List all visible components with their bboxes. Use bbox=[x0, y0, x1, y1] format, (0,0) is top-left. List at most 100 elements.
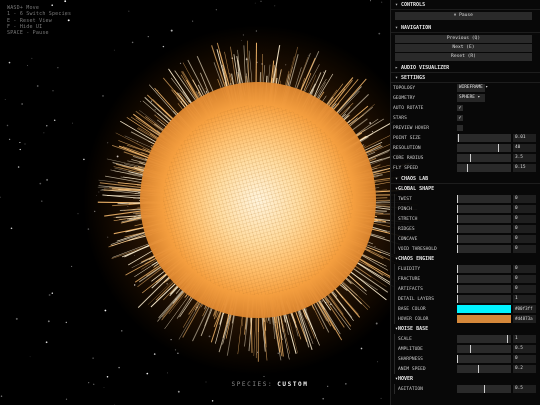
section-title: CHAOS LAB bbox=[401, 176, 429, 182]
resolution-value[interactable]: 40 bbox=[513, 144, 536, 152]
concave-slider[interactable] bbox=[457, 235, 511, 243]
sharpness-value[interactable]: 0 bbox=[513, 355, 536, 363]
star bbox=[260, 0, 262, 2]
agitation-value[interactable]: 0.5 bbox=[513, 385, 536, 393]
preview-hover-row: PREVIEW HOVER bbox=[391, 123, 540, 133]
star bbox=[0, 395, 3, 398]
base-color-hex[interactable]: #00f3ff bbox=[513, 305, 536, 313]
star bbox=[48, 294, 51, 296]
stretch-value[interactable]: 0 bbox=[513, 215, 536, 223]
auto-rotate-checkbox[interactable]: ✓ bbox=[457, 105, 463, 111]
amplitude-row: AMPLITUDE 0.5 bbox=[391, 344, 540, 354]
slider-knob[interactable] bbox=[478, 365, 480, 373]
point-size-slider[interactable] bbox=[457, 134, 511, 142]
core-radius-value[interactable]: 3.5 bbox=[513, 154, 536, 162]
section-audio-visualizer[interactable]: ▸ AUDIO VISUALIZER bbox=[391, 63, 540, 73]
fluidity-slider[interactable] bbox=[457, 265, 511, 273]
ridges-slider[interactable] bbox=[457, 225, 511, 233]
twist-value[interactable]: 0 bbox=[513, 195, 536, 203]
anim-speed-slider[interactable] bbox=[457, 365, 511, 373]
slider-knob[interactable] bbox=[457, 205, 458, 213]
star bbox=[162, 45, 165, 48]
anim-speed-value[interactable]: 0.2 bbox=[513, 365, 536, 373]
slider-knob[interactable] bbox=[457, 285, 458, 293]
base-color-swatch[interactable] bbox=[457, 305, 511, 313]
ridges-label: RIDGES bbox=[398, 227, 415, 232]
scale-label: SCALE bbox=[398, 337, 412, 342]
ridges-value[interactable]: 0 bbox=[513, 225, 536, 233]
stretch-label: STRETCH bbox=[398, 217, 418, 222]
ridges-row: RIDGES 0 bbox=[391, 224, 540, 234]
star bbox=[10, 227, 13, 230]
fly-speed-value[interactable]: 0.15 bbox=[513, 164, 536, 172]
topology-select[interactable]: WIREFRAME ▾ bbox=[457, 84, 488, 92]
pinch-value[interactable]: 0 bbox=[513, 205, 536, 213]
section-chaos-lab[interactable]: ▾ CHAOS LAB bbox=[391, 174, 540, 184]
slider-knob[interactable] bbox=[498, 144, 500, 152]
void-threshold-value[interactable]: 0 bbox=[513, 245, 536, 253]
stretch-slider[interactable] bbox=[457, 215, 511, 223]
section-controls[interactable]: ▾ CONTROLS bbox=[391, 0, 540, 10]
geometry-select[interactable]: SPHERE ▾ bbox=[457, 94, 485, 102]
void-threshold-slider[interactable] bbox=[457, 245, 511, 253]
slider-knob[interactable] bbox=[457, 195, 458, 203]
section-settings[interactable]: ▾ SETTINGS bbox=[391, 73, 540, 83]
star bbox=[147, 35, 149, 38]
artifacts-slider[interactable] bbox=[457, 285, 511, 293]
detail-layers-value[interactable]: 1 bbox=[513, 295, 536, 303]
scale-value[interactable]: 1 bbox=[513, 335, 536, 343]
slider-knob[interactable] bbox=[470, 154, 472, 162]
subsection-global-shape[interactable]: ▾GLOBAL SHAPE bbox=[391, 184, 540, 194]
slider-knob[interactable] bbox=[470, 345, 472, 353]
section-navigation[interactable]: ▾ NAVIGATION bbox=[391, 23, 540, 33]
detail-layers-slider[interactable] bbox=[457, 295, 511, 303]
reset-button[interactable]: Reset (R) bbox=[395, 53, 532, 61]
amplitude-label: AMPLITUDE bbox=[398, 347, 423, 352]
resolution-slider[interactable] bbox=[457, 144, 511, 152]
slider-knob[interactable] bbox=[457, 265, 458, 273]
section-title: CONTROLS bbox=[401, 2, 426, 8]
fly-speed-row: FLY SPEED 0.15 bbox=[391, 163, 540, 173]
subsection-chaos-engine[interactable]: ▾CHAOS ENGINE bbox=[391, 254, 540, 264]
twist-slider[interactable] bbox=[457, 195, 511, 203]
sharpness-slider[interactable] bbox=[457, 355, 511, 363]
pause-button[interactable]: ⏸ Pause bbox=[395, 12, 532, 20]
fly-speed-slider[interactable] bbox=[457, 164, 511, 172]
slider-knob[interactable] bbox=[457, 215, 458, 223]
agitation-slider[interactable] bbox=[457, 385, 511, 393]
slider-knob[interactable] bbox=[457, 355, 458, 363]
subsection-noise-base[interactable]: ▾NOISE BASE bbox=[391, 324, 540, 334]
slider-knob[interactable] bbox=[457, 275, 458, 283]
star bbox=[128, 10, 130, 12]
slider-knob[interactable] bbox=[466, 164, 468, 172]
point-size-value[interactable]: 0.01 bbox=[513, 134, 536, 142]
slider-knob[interactable] bbox=[457, 295, 458, 303]
slider-knob[interactable] bbox=[458, 134, 460, 142]
hint-line: 1 - 6 Switch Species bbox=[7, 11, 72, 18]
void-threshold-label: VOID THRESHOLD bbox=[398, 247, 437, 252]
fracture-slider[interactable] bbox=[457, 275, 511, 283]
fracture-value[interactable]: 0 bbox=[513, 275, 536, 283]
slider-knob[interactable] bbox=[457, 225, 458, 233]
concave-value[interactable]: 0 bbox=[513, 235, 536, 243]
slider-knob[interactable] bbox=[483, 385, 485, 393]
slider-knob[interactable] bbox=[457, 235, 458, 243]
core-radius-slider[interactable] bbox=[457, 154, 511, 162]
star bbox=[92, 357, 94, 359]
fluidity-value[interactable]: 0 bbox=[513, 265, 536, 273]
amplitude-value[interactable]: 0.5 bbox=[513, 345, 536, 353]
subsection-hover[interactable]: ▾HOVER bbox=[391, 374, 540, 384]
hover-color-swatch[interactable] bbox=[457, 315, 511, 323]
slider-knob[interactable] bbox=[507, 335, 509, 343]
agitation-row: AGITATION 0.5 bbox=[391, 384, 540, 394]
previous-button[interactable]: Previous (Q) bbox=[395, 35, 532, 43]
slider-knob[interactable] bbox=[457, 245, 458, 253]
stars-checkbox[interactable]: ✓ bbox=[457, 115, 463, 121]
hover-color-hex[interactable]: #d4873a bbox=[513, 315, 536, 323]
pinch-slider[interactable] bbox=[457, 205, 511, 213]
next-button[interactable]: Next (E) bbox=[395, 44, 532, 52]
amplitude-slider[interactable] bbox=[457, 345, 511, 353]
scale-slider[interactable] bbox=[457, 335, 511, 343]
artifacts-value[interactable]: 0 bbox=[513, 285, 536, 293]
preview-hover-checkbox[interactable] bbox=[457, 125, 463, 131]
